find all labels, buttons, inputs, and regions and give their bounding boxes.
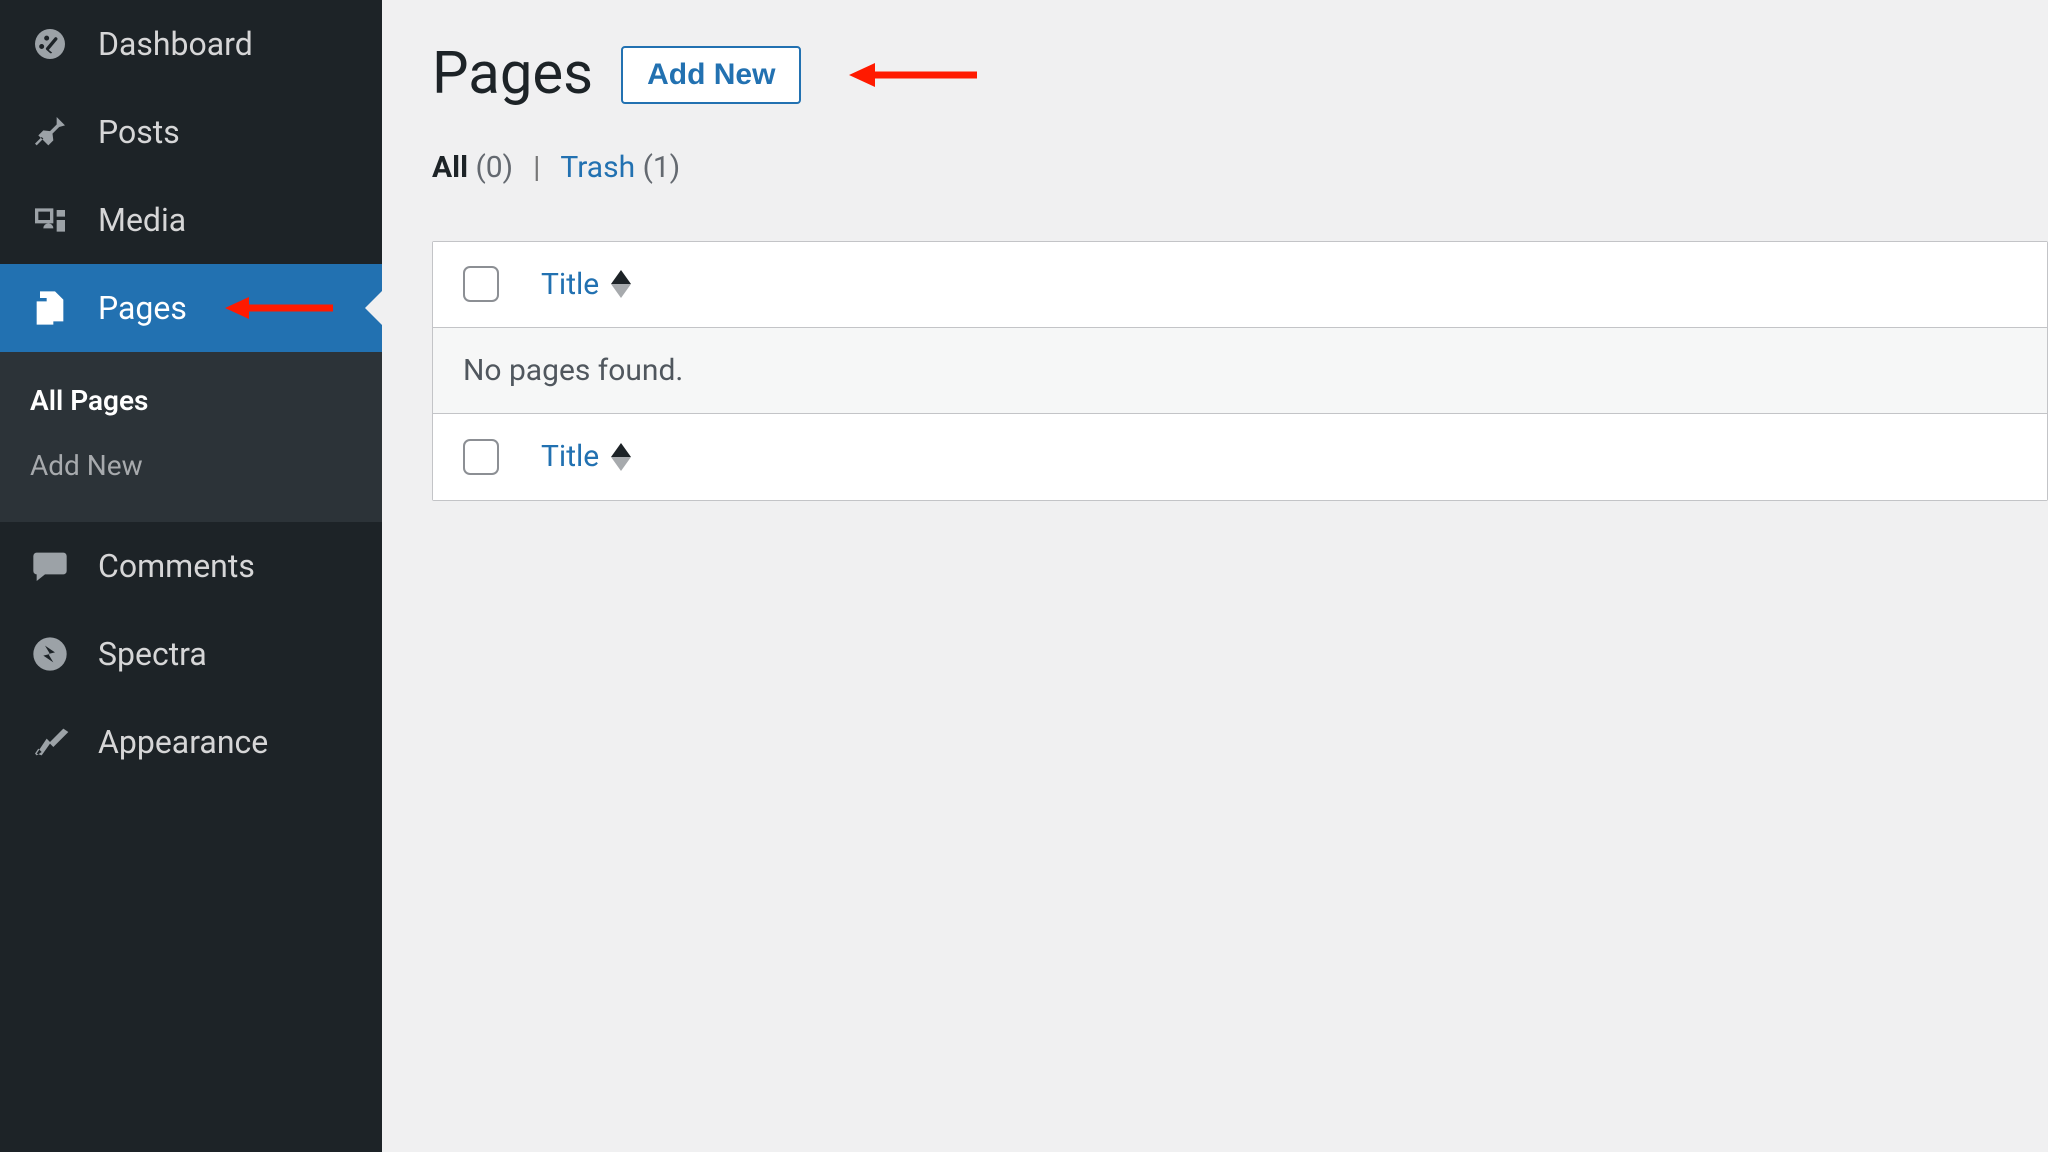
sort-icon bbox=[611, 270, 631, 298]
filter-trash[interactable]: Trash (1) bbox=[560, 150, 680, 185]
filter-separator: | bbox=[523, 150, 550, 185]
sidebar-subitem-all-pages[interactable]: All Pages bbox=[0, 368, 382, 433]
sidebar-item-spectra[interactable]: Spectra bbox=[0, 610, 382, 698]
dashboard-icon bbox=[30, 24, 70, 64]
filter-all-count: (0) bbox=[476, 150, 514, 185]
pin-icon bbox=[30, 112, 70, 152]
sidebar-item-label: Media bbox=[98, 201, 186, 239]
select-all-checkbox-top[interactable] bbox=[463, 266, 499, 302]
sidebar-subitem-add-new[interactable]: Add New bbox=[0, 433, 382, 498]
sidebar-item-posts[interactable]: Posts bbox=[0, 88, 382, 176]
sidebar-item-media[interactable]: Media bbox=[0, 176, 382, 264]
sidebar-item-pages[interactable]: Pages bbox=[0, 264, 382, 352]
pages-table: Title No pages found. Title bbox=[432, 241, 2048, 501]
appearance-icon bbox=[30, 722, 70, 762]
column-header-title[interactable]: Title bbox=[541, 267, 631, 302]
column-title-label: Title bbox=[541, 267, 599, 302]
empty-message: No pages found. bbox=[463, 353, 683, 388]
column-footer-title[interactable]: Title bbox=[541, 439, 631, 474]
annotation-arrow-add-new bbox=[849, 60, 979, 90]
page-header: Pages Add New bbox=[432, 40, 2048, 110]
table-empty-row: No pages found. bbox=[433, 328, 2047, 414]
annotation-arrow-sidebar bbox=[225, 293, 335, 323]
sidebar-item-label: Comments bbox=[98, 547, 255, 585]
select-all-checkbox-bottom[interactable] bbox=[463, 439, 499, 475]
sidebar-item-dashboard[interactable]: Dashboard bbox=[0, 0, 382, 88]
admin-sidebar: Dashboard Posts Media Pages All Pages Ad… bbox=[0, 0, 382, 1152]
pages-icon bbox=[30, 288, 70, 328]
filter-trash-label: Trash bbox=[560, 150, 635, 185]
comments-icon bbox=[30, 546, 70, 586]
add-new-button[interactable]: Add New bbox=[621, 46, 801, 104]
column-title-label: Title bbox=[541, 439, 599, 474]
spectra-icon bbox=[30, 634, 70, 674]
sidebar-item-appearance[interactable]: Appearance bbox=[0, 698, 382, 786]
content-area: Pages Add New All (0) | Trash (1) Title bbox=[382, 0, 2048, 1152]
sidebar-submenu-pages: All Pages Add New bbox=[0, 352, 382, 522]
sidebar-item-comments[interactable]: Comments bbox=[0, 522, 382, 610]
filter-all[interactable]: All (0) bbox=[432, 150, 513, 185]
filter-trash-count: (1) bbox=[643, 150, 681, 185]
media-icon bbox=[30, 200, 70, 240]
page-title: Pages bbox=[432, 40, 593, 110]
sort-icon bbox=[611, 443, 631, 471]
filter-all-label: All bbox=[432, 150, 468, 185]
view-filters: All (0) | Trash (1) bbox=[432, 150, 2048, 185]
sidebar-item-label: Posts bbox=[98, 113, 180, 151]
sidebar-item-label: Dashboard bbox=[98, 25, 253, 63]
table-footer-row: Title bbox=[433, 414, 2047, 500]
sidebar-item-label: Appearance bbox=[98, 723, 268, 761]
sidebar-item-label: Pages bbox=[98, 289, 187, 327]
table-header-row: Title bbox=[433, 242, 2047, 328]
sidebar-item-label: Spectra bbox=[98, 635, 207, 673]
